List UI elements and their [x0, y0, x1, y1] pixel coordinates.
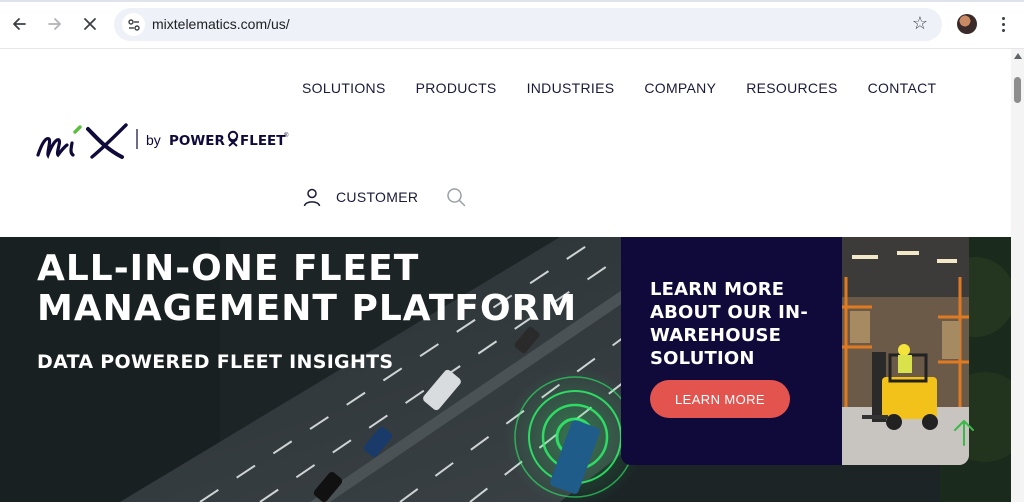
hero-title-line-2: MANAGEMENT PLATFORM — [37, 288, 578, 329]
registered-mark: ® — [284, 132, 289, 139]
scroll-to-top-arrow-icon[interactable] — [952, 417, 976, 447]
powerfleet-ribbon-icon — [227, 130, 239, 147]
logo-fleet-text: FLEET — [240, 133, 286, 149]
warehouse-forklift-image — [842, 237, 969, 465]
customer-login-link[interactable]: CUSTOMER — [302, 187, 418, 207]
url-text[interactable]: mixtelematics.com/us/ — [152, 16, 290, 32]
profile-avatar[interactable] — [957, 14, 977, 34]
mix-powerfleet-logo[interactable]: by POWER FLEET ® — [36, 119, 296, 163]
main-nav: SOLUTIONS PRODUCTS INDUSTRIES COMPANY RE… — [302, 80, 936, 96]
hero-title-line-1: ALL-IN-ONE FLEET — [37, 248, 420, 289]
customer-label: CUSTOMER — [336, 189, 419, 205]
back-arrow-icon[interactable] — [7, 12, 31, 36]
user-icon — [303, 188, 321, 207]
search-icon[interactable] — [446, 187, 466, 207]
nav-item-contact[interactable]: CONTACT — [868, 80, 937, 96]
forward-arrow-icon[interactable] — [43, 12, 67, 36]
tab-strip — [0, 0, 1024, 2]
logo-power-text: POWER — [169, 133, 225, 149]
nav-item-company[interactable]: COMPANY — [644, 80, 716, 96]
nav-item-solutions[interactable]: SOLUTIONS — [302, 80, 386, 96]
stop-loading-icon[interactable] — [78, 12, 102, 36]
nav-item-resources[interactable]: RESOURCES — [746, 80, 837, 96]
scroll-up-arrow-icon[interactable] — [1014, 53, 1022, 59]
nav-item-products[interactable]: PRODUCTS — [416, 80, 497, 96]
address-bar[interactable]: mixtelematics.com/us/ ☆ — [114, 8, 942, 41]
warehouse-promo-card: LEARN MORE ABOUT OUR IN-WAREHOUSE SOLUTI… — [621, 237, 969, 465]
kebab-menu-icon[interactable] — [997, 11, 1009, 37]
browser-toolbar: mixtelematics.com/us/ ☆ — [0, 0, 1024, 49]
hero-banner: ALL-IN-ONE FLEET MANAGEMENT PLATFORM DAT… — [0, 237, 1011, 502]
hero-title: ALL-IN-ONE FLEET MANAGEMENT PLATFORM — [37, 249, 577, 329]
star-icon[interactable]: ☆ — [912, 13, 928, 34]
site-settings-icon[interactable] — [122, 13, 145, 36]
nav-item-industries[interactable]: INDUSTRIES — [527, 80, 615, 96]
logo-by-text: by — [146, 132, 161, 148]
scrollbar-thumb[interactable] — [1014, 77, 1021, 103]
learn-more-button[interactable]: LEARN MORE — [650, 380, 790, 418]
site-header: SOLUTIONS PRODUCTS INDUSTRIES COMPANY RE… — [0, 49, 1011, 237]
hero-subtitle: DATA POWERED FLEET INSIGHTS — [37, 351, 394, 373]
page-scrollbar[interactable] — [1011, 49, 1024, 502]
promo-text: LEARN MORE ABOUT OUR IN-WAREHOUSE SOLUTI… — [650, 279, 808, 369]
